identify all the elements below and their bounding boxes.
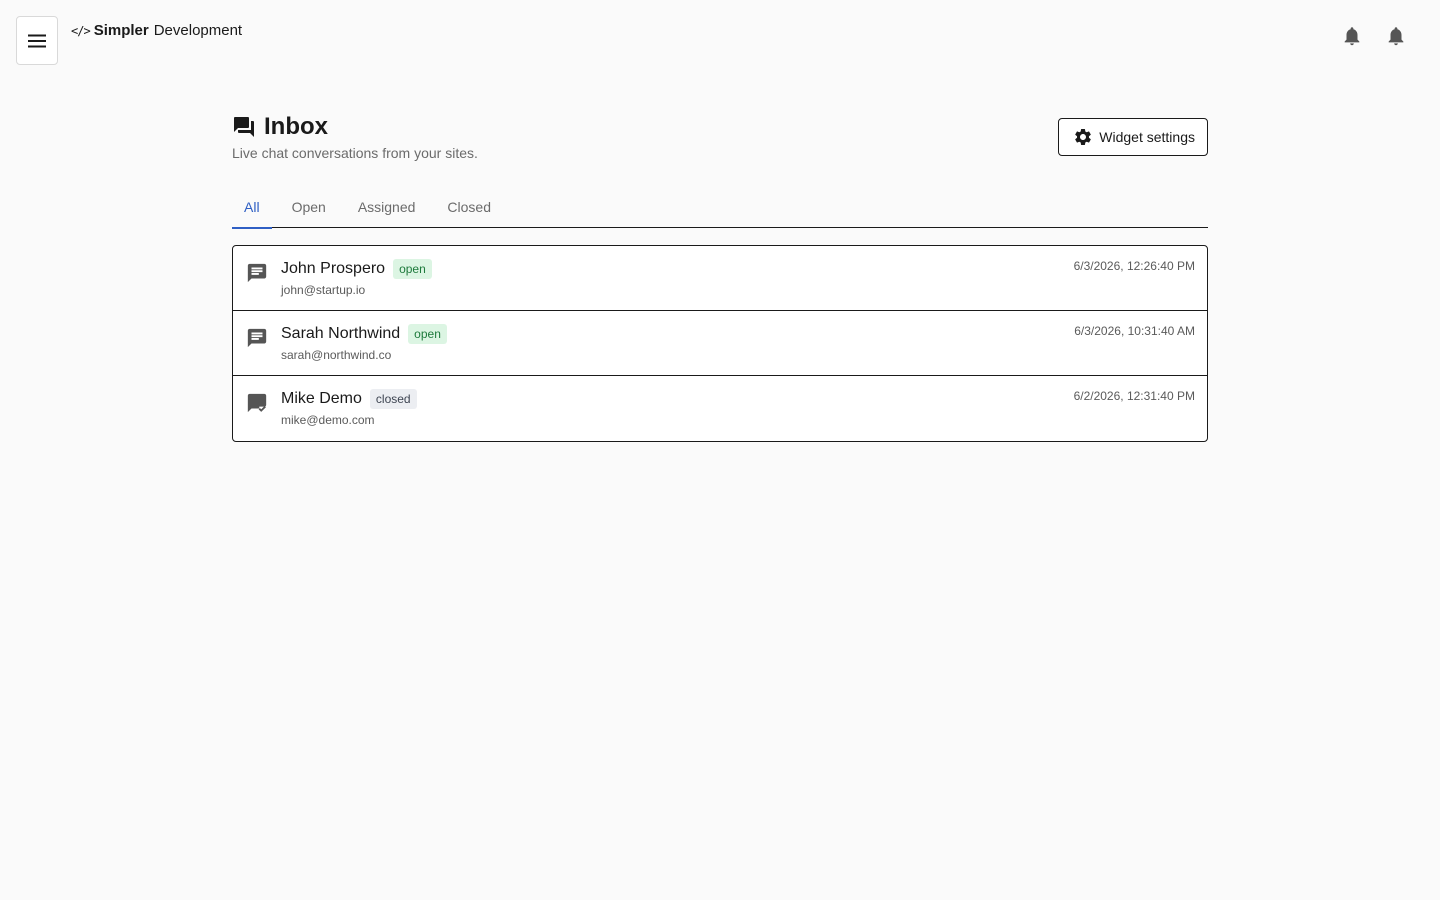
conversation-name-line: Sarah Northwind open bbox=[281, 324, 447, 344]
tab-open[interactable]: Open bbox=[280, 182, 338, 228]
widget-settings-button[interactable]: Widget settings bbox=[1058, 118, 1208, 156]
page-title: Inbox bbox=[264, 113, 328, 140]
status-badge: open bbox=[393, 259, 432, 279]
contact-name: John Prospero bbox=[281, 260, 386, 277]
conversation-list: John Prospero open john@startup.io 6/3/2… bbox=[232, 245, 1208, 442]
contact-name: Mike Demo bbox=[281, 390, 362, 407]
brand-name-rest: Development bbox=[153, 22, 243, 39]
hamburger-icon bbox=[28, 34, 46, 47]
page-header: Inbox Live chat conversations from your … bbox=[232, 112, 1208, 172]
conversation-timestamp: 6/3/2026, 12:26:40 PM bbox=[1073, 259, 1195, 273]
title-wrap: Inbox bbox=[232, 112, 328, 142]
conversation-row[interactable]: John Prospero open john@startup.io 6/3/2… bbox=[233, 246, 1207, 311]
conversation-timestamp: 6/3/2026, 10:31:40 AM bbox=[1074, 324, 1195, 338]
bell-icon[interactable] bbox=[1385, 25, 1407, 47]
main-content: Inbox Live chat conversations from your … bbox=[232, 112, 1208, 442]
brand-logo[interactable]: </> Simpler Development bbox=[71, 22, 242, 39]
status-tabs: All Open Assigned Closed bbox=[232, 182, 1208, 229]
contact-email: john@startup.io bbox=[281, 283, 366, 297]
conversation-row[interactable]: Mike Demo closed mike@demo.com 6/2/2026,… bbox=[233, 376, 1207, 441]
code-icon: </> bbox=[71, 23, 91, 38]
chat-icon bbox=[247, 263, 267, 283]
widget-settings-label: Widget settings bbox=[1099, 129, 1195, 145]
conversation-row[interactable]: Sarah Northwind open sarah@northwind.co … bbox=[233, 311, 1207, 376]
page-subtitle: Live chat conversations from your sites. bbox=[232, 145, 478, 161]
status-badge: open bbox=[408, 324, 447, 344]
conversation-timestamp: 6/2/2026, 12:31:40 PM bbox=[1073, 389, 1195, 403]
bell-icon[interactable] bbox=[1341, 25, 1363, 47]
chat-icon bbox=[247, 328, 267, 348]
status-badge: closed bbox=[369, 389, 417, 409]
contact-email: sarah@northwind.co bbox=[281, 348, 392, 362]
contact-name: Sarah Northwind bbox=[281, 325, 401, 342]
conversation-name-line: Mike Demo closed bbox=[281, 389, 417, 409]
tab-assigned[interactable]: Assigned bbox=[346, 182, 428, 228]
contact-email: mike@demo.com bbox=[281, 413, 375, 427]
gear-icon bbox=[1075, 129, 1092, 145]
chat-checked-icon bbox=[247, 393, 267, 413]
tab-all[interactable]: All bbox=[232, 182, 272, 229]
menu-button[interactable] bbox=[16, 16, 58, 65]
forum-icon bbox=[234, 117, 254, 137]
conversation-name-line: John Prospero open bbox=[281, 259, 432, 279]
brand-name-bold: Simpler bbox=[93, 22, 149, 39]
tab-closed[interactable]: Closed bbox=[435, 182, 503, 228]
